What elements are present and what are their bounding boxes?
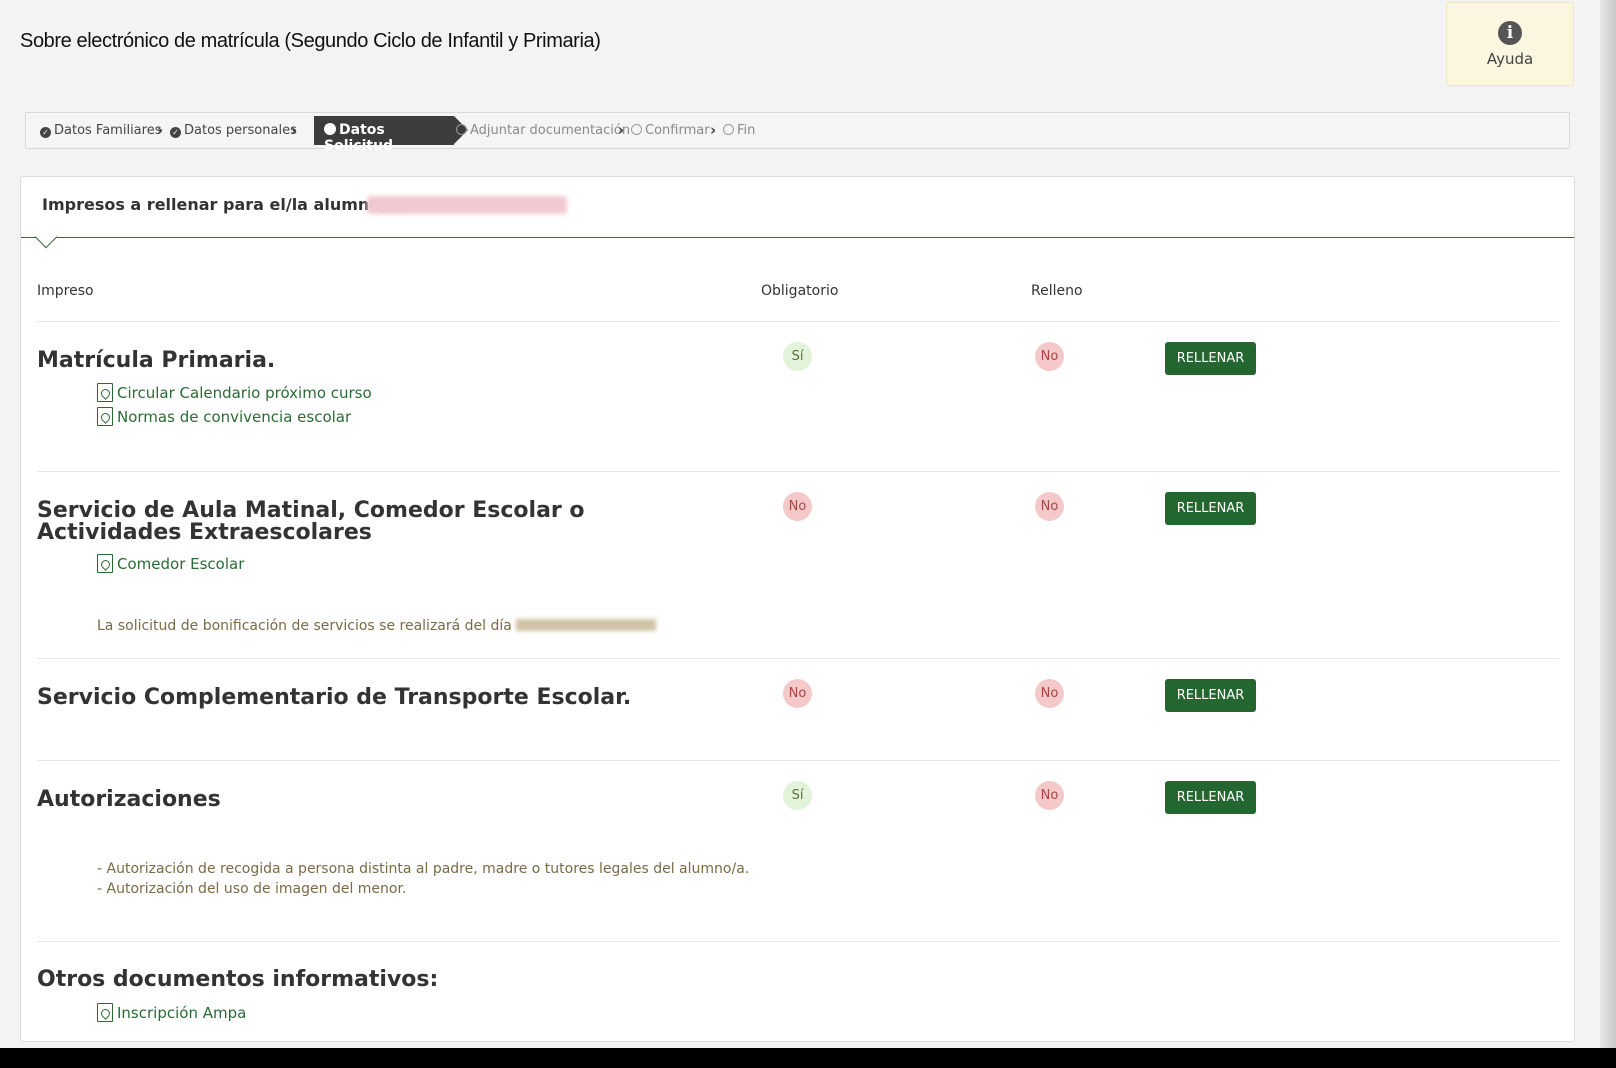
obligatorio-badge: Sí [783, 342, 812, 371]
autorizacion-note: - Autorización del uso de imagen del men… [97, 881, 407, 897]
page: Sobre electrónico de matrícula (Segundo … [0, 0, 1616, 1048]
help-button[interactable]: i Ayuda [1446, 2, 1574, 86]
relleno-badge: No [1035, 679, 1064, 708]
step-fin: Fin [723, 123, 755, 138]
panel-heading: Impresos a rellenar para el/la alumno/a: [42, 195, 404, 214]
wizard-steps: ✓ Datos Familiares › ✓ Datos personales › … [25, 112, 1570, 154]
file-pdf-icon [97, 407, 113, 426]
date-redacted [515, 619, 656, 631]
rellenar-button-matricula[interactable]: RELLENAR [1165, 342, 1256, 375]
row-title-matricula: Matrícula Primaria. [37, 348, 276, 373]
circle-outline-icon [723, 124, 734, 135]
autorizacion-note: - Autorización de recogida a persona dis… [97, 861, 750, 877]
step-confirmar: Confirmar [631, 123, 710, 138]
check-circle-icon: ✓ [170, 127, 181, 138]
chevron-right-icon: › [618, 121, 625, 139]
info-circle-icon: i [1498, 21, 1522, 45]
relleno-badge: No [1035, 781, 1064, 810]
rellenar-button-transporte[interactable]: RELLENAR [1165, 679, 1256, 712]
col-header-impreso: Impreso [37, 283, 94, 299]
obligatorio-badge: No [783, 679, 812, 708]
circle-outline-icon [631, 124, 642, 135]
step-datos-personales[interactable]: ✓ Datos personales [170, 123, 297, 138]
rellenar-button-aula-matinal[interactable]: RELLENAR [1165, 492, 1256, 525]
circle-outline-icon [456, 124, 467, 135]
circle-filled-icon [324, 123, 336, 135]
file-pdf-icon [97, 383, 113, 402]
bonificacion-note: La solicitud de bonificación de servicio… [97, 618, 656, 634]
page-title: Sobre electrónico de matrícula (Segundo … [20, 30, 601, 52]
row-title-transporte: Servicio Complementario de Transporte Es… [37, 685, 632, 710]
doc-link-ampa[interactable]: Inscripción Ampa [97, 1003, 246, 1022]
divider [37, 760, 1559, 761]
chevron-right-icon: › [710, 121, 717, 139]
help-label: Ayuda [1486, 50, 1534, 68]
divider [37, 941, 1559, 942]
obligatorio-badge: Sí [783, 781, 812, 810]
doc-link-normas[interactable]: Normas de convivencia escolar [97, 407, 351, 426]
panel-header: Impresos a rellenar para el/la alumno/a: [21, 177, 1574, 238]
otros-documentos-title: Otros documentos informativos: [37, 967, 439, 992]
relleno-badge: No [1035, 492, 1064, 521]
col-header-relleno: Relleno [1031, 283, 1083, 299]
col-header-obligatorio: Obligatorio [761, 283, 839, 299]
page-edge [1600, 0, 1616, 1048]
chevron-right-icon: › [291, 121, 298, 139]
step-adjuntar-documentacion: Adjuntar documentación [456, 123, 630, 138]
rellenar-button-autorizaciones[interactable]: RELLENAR [1165, 781, 1256, 814]
obligatorio-badge: No [783, 492, 812, 521]
step-datos-familiares[interactable]: ✓ Datos Familiares [40, 123, 161, 138]
forms-panel: Impresos a rellenar para el/la alumno/a:… [20, 176, 1575, 1042]
doc-link-circular[interactable]: Circular Calendario próximo curso [97, 383, 372, 402]
file-pdf-icon [97, 1003, 113, 1022]
check-circle-icon: ✓ [40, 127, 51, 138]
relleno-badge: No [1035, 342, 1064, 371]
divider [37, 471, 1559, 472]
file-pdf-icon [97, 554, 113, 573]
divider [37, 658, 1559, 659]
step-datos-solicitud[interactable]: Datos Solicitud [314, 116, 468, 154]
chevron-right-icon: › [157, 121, 164, 139]
row-title-autorizaciones: Autorizaciones [37, 787, 221, 812]
student-name-redacted [367, 196, 567, 214]
row-title-aula-matinal: Servicio de Aula Matinal, Comedor Escola… [37, 498, 585, 545]
divider [37, 321, 1559, 322]
doc-link-comedor[interactable]: Comedor Escolar [97, 554, 244, 573]
